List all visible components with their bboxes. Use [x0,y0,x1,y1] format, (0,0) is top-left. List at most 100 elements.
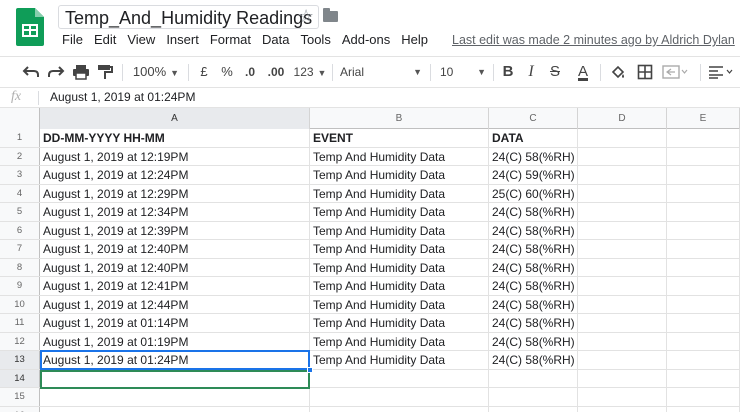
cell-d[interactable] [578,369,667,387]
cell-e[interactable] [667,129,740,147]
cell-d[interactable] [578,314,667,332]
row-header[interactable]: 10 [0,295,40,313]
cell-d[interactable] [578,388,667,406]
cell-c[interactable]: 24(C) 58(%RH) [489,240,578,258]
menu-addons[interactable]: Add-ons [342,32,390,48]
cell-d[interactable] [578,147,667,165]
row-header[interactable]: 13 [0,351,40,369]
cell-d[interactable] [578,166,667,184]
sheets-logo-icon[interactable] [16,8,44,46]
row-header[interactable]: 1 [0,129,40,147]
cell-a[interactable]: August 1, 2019 at 12:39PM [40,221,310,239]
borders-icon[interactable] [637,64,653,80]
cell-e[interactable] [667,314,740,332]
bold-button[interactable]: B [501,57,515,87]
cell-a[interactable]: DD-MM-YYYY HH-MM [40,129,310,147]
column-header-e[interactable]: E [667,108,740,129]
increase-decimal-button[interactable]: .00 [264,57,288,87]
last-edit-link[interactable]: Last edit was made 2 minutes ago by Aldr… [452,32,735,48]
cell-c[interactable] [489,406,578,412]
text-color-button[interactable]: A [575,57,591,87]
row-header[interactable]: 6 [0,221,40,239]
menu-tools[interactable]: Tools [300,32,330,48]
cell-c[interactable] [489,388,578,406]
decrease-decimal-button[interactable]: .0 [241,57,259,87]
row-header[interactable]: 16 [0,406,40,412]
cell-c[interactable]: 24(C) 58(%RH) [489,258,578,276]
row-header[interactable]: 12 [0,332,40,350]
cell-a[interactable] [40,406,310,412]
menu-file[interactable]: File [62,32,83,48]
zoom-select[interactable]: 100% ▼ [132,57,180,87]
cell-a[interactable] [40,369,310,387]
column-header-d[interactable]: D [578,108,667,129]
cell-c[interactable]: 25(C) 60(%RH) [489,184,578,202]
row-header[interactable]: 4 [0,184,40,202]
cell-c[interactable]: 24(C) 58(%RH) [489,221,578,239]
align-icon[interactable] [708,65,734,79]
cell-e[interactable] [667,203,740,221]
cell-d[interactable] [578,129,667,147]
cell-a[interactable]: August 1, 2019 at 01:14PM [40,314,310,332]
cell-b[interactable]: Temp And Humidity Data [310,314,489,332]
cell-b[interactable]: Temp And Humidity Data [310,240,489,258]
cell-e[interactable] [667,166,740,184]
cell-b[interactable]: Temp And Humidity Data [310,258,489,276]
cell-e[interactable] [667,295,740,313]
document-title[interactable]: Temp_And_Humidity Readings [58,5,320,29]
menu-insert[interactable]: Insert [166,32,199,48]
cell-e[interactable] [667,258,740,276]
cell-b[interactable]: Temp And Humidity Data [310,184,489,202]
percent-format-button[interactable]: % [220,57,234,87]
menu-view[interactable]: View [127,32,155,48]
cell-e[interactable] [667,277,740,295]
star-icon[interactable]: ☆ [298,6,314,27]
column-header-b[interactable]: B [310,108,489,129]
cell-a[interactable]: August 1, 2019 at 12:34PM [40,203,310,221]
cell-c[interactable]: 24(C) 58(%RH) [489,147,578,165]
select-all-corner[interactable] [0,108,40,129]
cell-b[interactable]: Temp And Humidity Data [310,351,489,369]
cell-b[interactable]: Temp And Humidity Data [310,203,489,221]
cell-a[interactable] [40,388,310,406]
cell-d[interactable] [578,240,667,258]
cell-b[interactable] [310,369,489,387]
cell-e[interactable] [667,388,740,406]
cell-a[interactable]: August 1, 2019 at 01:24PM [40,351,310,369]
cell-b[interactable] [310,388,489,406]
font-size-select[interactable]: 10 ▼ [440,57,486,87]
row-header[interactable]: 7 [0,240,40,258]
cell-a[interactable]: August 1, 2019 at 12:40PM [40,258,310,276]
cell-e[interactable] [667,221,740,239]
cell-d[interactable] [578,184,667,202]
cell-d[interactable] [578,406,667,412]
menu-data[interactable]: Data [262,32,289,48]
paint-format-icon[interactable] [97,64,113,80]
cell-e[interactable] [667,240,740,258]
font-select[interactable]: Arial ▼ [340,57,422,87]
cell-d[interactable] [578,295,667,313]
cell-a[interactable]: August 1, 2019 at 12:40PM [40,240,310,258]
folder-icon[interactable] [323,8,338,22]
cell-b[interactable]: Temp And Humidity Data [310,221,489,239]
menu-edit[interactable]: Edit [94,32,116,48]
cell-e[interactable] [667,332,740,350]
fill-handle[interactable] [307,366,313,373]
row-header[interactable]: 5 [0,203,40,221]
more-formats-button[interactable]: 123 ▼ [293,57,327,87]
cell-a[interactable]: August 1, 2019 at 12:24PM [40,166,310,184]
column-header-c[interactable]: C [489,108,578,129]
undo-icon[interactable] [22,64,40,80]
row-header[interactable]: 8 [0,258,40,276]
cell-c[interactable]: 24(C) 58(%RH) [489,277,578,295]
cell-b[interactable]: Temp And Humidity Data [310,295,489,313]
cell-e[interactable] [667,184,740,202]
cell-b[interactable]: Temp And Humidity Data [310,147,489,165]
menu-format[interactable]: Format [210,32,251,48]
strikethrough-button[interactable]: S [548,57,562,87]
cell-c[interactable]: DATA [489,129,578,147]
row-header[interactable]: 2 [0,147,40,165]
cell-a[interactable]: August 1, 2019 at 12:19PM [40,147,310,165]
cell-b[interactable]: Temp And Humidity Data [310,166,489,184]
merge-cells-icon[interactable] [662,65,688,79]
